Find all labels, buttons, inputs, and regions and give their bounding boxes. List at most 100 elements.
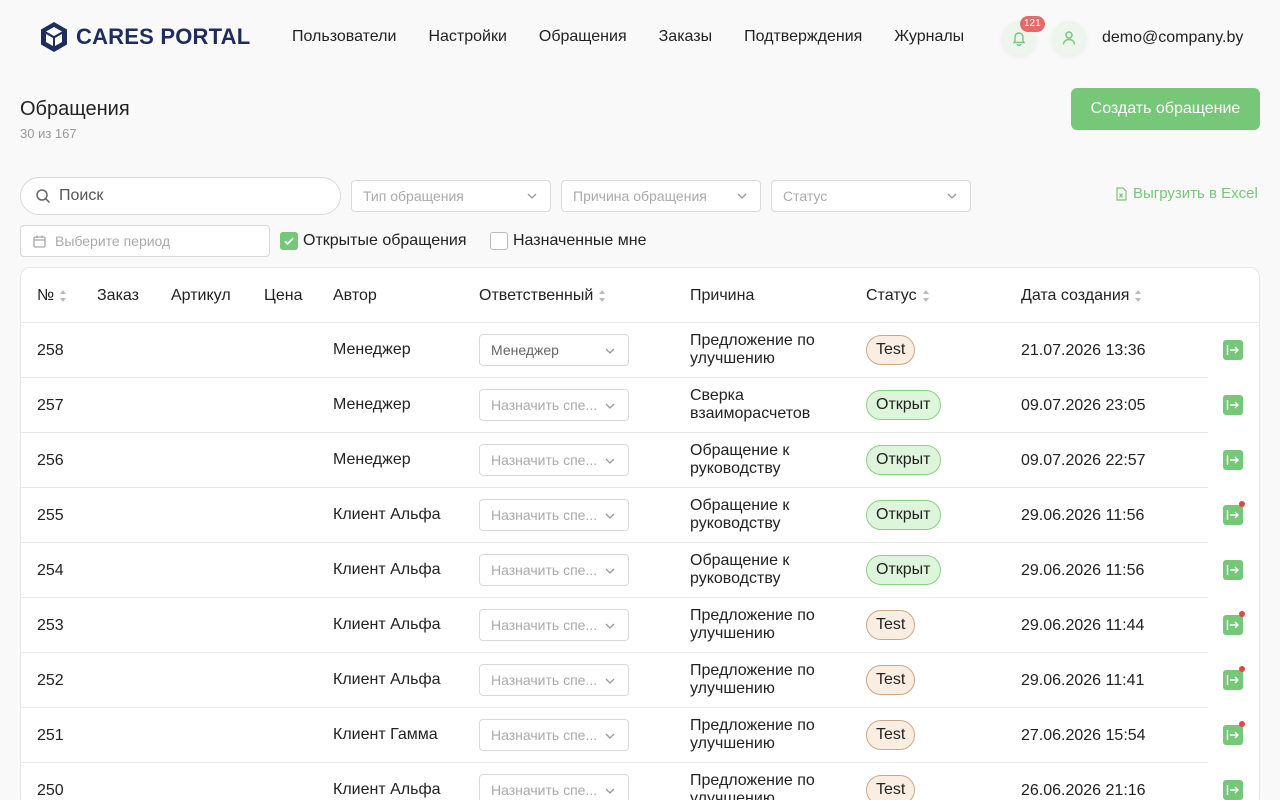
column-header-reason: Причина (690, 287, 754, 305)
table-row[interactable]: 251 Клиент Гамма Назначить спе... Предложен… (21, 708, 1259, 763)
created-date: 27.06.2026 15:54 (1021, 727, 1146, 744)
records-count: 30 из 167 (20, 126, 77, 141)
table-row[interactable]: 256 Менеджер Назначить спе... Обращение к ру… (21, 433, 1259, 488)
arrow-right-icon (1226, 565, 1239, 575)
export-excel-link[interactable]: Выгрузить в Excel (1115, 185, 1258, 202)
chevron-down-icon (605, 348, 615, 354)
open-request-button[interactable] (1223, 450, 1243, 470)
status-badge: Test (866, 720, 916, 750)
status-badge: Открыт (866, 555, 941, 585)
nav-users[interactable]: Пользователи (292, 28, 396, 46)
created-date: 09.07.2026 23:05 (1021, 397, 1146, 414)
column-label: Причина (690, 287, 755, 304)
open-requests-checkbox[interactable]: Открытые обращения (280, 232, 467, 250)
arrow-right-icon (1226, 620, 1239, 630)
column-label: Артикул (171, 287, 231, 304)
column-header-status[interactable]: Статус (866, 287, 930, 305)
request-reason-select[interactable]: Причина обращения (561, 180, 761, 212)
column-label: Дата создания (1021, 287, 1130, 304)
request-type-placeholder: Тип обращения (363, 188, 464, 204)
table-row[interactable]: 257 Менеджер Назначить спе... Сверка взаимор… (21, 378, 1259, 433)
responsible-select[interactable]: Назначить спе... (479, 389, 629, 421)
nav-settings[interactable]: Настройки (428, 28, 506, 46)
search-icon (36, 189, 51, 204)
open-request-button[interactable] (1223, 395, 1243, 415)
request-reason: Обращение к руководству (690, 552, 840, 588)
table-row[interactable]: 253 Клиент Альфа Назначить спе... Предложен… (21, 598, 1259, 653)
request-reason: Обращение к руководству (690, 497, 840, 533)
column-header-responsible[interactable]: Ответственный (479, 287, 606, 305)
responsible-select[interactable]: Назначить спе... (479, 554, 629, 586)
table-row[interactable]: 254 Клиент Альфа Назначить спе... Обращение… (21, 543, 1259, 598)
column-label: Статус (866, 287, 917, 304)
column-header-created-date[interactable]: Дата создания (1021, 287, 1142, 305)
status-badge: Test (866, 665, 916, 695)
request-reason-line: руководству (690, 570, 781, 587)
request-reason-line: Сверка (690, 387, 744, 404)
user-menu-button[interactable] (1052, 21, 1086, 55)
table-row[interactable]: 258 Менеджер Менеджер Предложение по улучшен… (21, 323, 1259, 378)
notifications-count-badge: 121 (1020, 16, 1045, 32)
search-placeholder: Поиск (59, 187, 104, 204)
export-excel-label: Выгрузить в Excel (1133, 185, 1258, 202)
open-request-button[interactable] (1223, 615, 1243, 635)
responsible-select[interactable]: Назначить спе... (479, 664, 629, 696)
open-request-button[interactable] (1223, 560, 1243, 580)
open-request-button[interactable] (1223, 670, 1243, 690)
sort-icon (1134, 289, 1142, 303)
request-number: 254 (37, 562, 64, 579)
user-email[interactable]: demo@company.by (1102, 29, 1243, 47)
assigned-to-me-checkbox[interactable]: Назначенные мне (490, 232, 646, 250)
request-reason-placeholder: Причина обращения (573, 188, 707, 204)
sort-icon (598, 289, 606, 303)
responsible-select[interactable]: Назначить спе... (479, 719, 629, 751)
open-request-button[interactable] (1223, 505, 1243, 525)
column-label: Заказ (97, 287, 139, 304)
unread-indicator (1239, 611, 1245, 617)
request-reason-line: Обращение к (690, 442, 790, 459)
status-select[interactable]: Статус (771, 180, 971, 212)
responsible-select[interactable]: Менеджер (479, 334, 629, 366)
column-header-article: Артикул (171, 287, 231, 305)
table-row[interactable]: 250 Клиент Альфа Назначить спе... Предложен… (21, 763, 1259, 800)
status-badge: Открыт (866, 390, 941, 420)
table-row[interactable]: 252 Клиент Альфа Назначить спе... Предложен… (21, 653, 1259, 708)
chevron-down-icon (605, 513, 615, 519)
chevron-down-icon (605, 568, 615, 574)
request-author: Клиент Альфа (333, 616, 441, 633)
table-row[interactable]: 255 Клиент Альфа Назначить спе... Обращение… (21, 488, 1259, 543)
checkbox-unchecked-icon (490, 232, 508, 250)
chevron-down-icon (605, 403, 615, 409)
nav-orders[interactable]: Заказы (659, 28, 712, 46)
responsible-select[interactable]: Назначить спе... (479, 774, 629, 800)
request-reason: Предложение по улучшению (690, 662, 840, 698)
chevron-down-icon (605, 623, 615, 629)
open-request-button[interactable] (1223, 340, 1243, 360)
period-picker[interactable]: Выберите период (20, 225, 270, 257)
request-number: 255 (37, 507, 64, 524)
logo[interactable]: CARES PORTAL (40, 20, 250, 54)
request-reason-line: улучшению (690, 790, 775, 800)
request-reason: Предложение по улучшению (690, 717, 840, 753)
nav-requests[interactable]: Обращения (539, 28, 627, 46)
open-request-button[interactable] (1223, 780, 1243, 800)
column-header-order: Заказ (97, 287, 139, 305)
user-icon (1062, 31, 1076, 45)
responsible-select[interactable]: Назначить спе... (479, 444, 629, 476)
responsible-value: Назначить спе... (491, 617, 598, 633)
search-input[interactable]: Поиск (20, 177, 341, 215)
responsible-value: Назначить спе... (491, 782, 598, 798)
request-author: Клиент Альфа (333, 781, 441, 798)
create-request-button[interactable]: Создать обращение (1071, 88, 1260, 130)
request-reason: Предложение по улучшению (690, 607, 840, 643)
open-request-button[interactable] (1223, 725, 1243, 745)
nav-logs[interactable]: Журналы (894, 28, 964, 46)
nav-confirmations[interactable]: Подтверждения (744, 28, 862, 46)
request-reason: Обращение к руководству (690, 442, 840, 478)
request-type-select[interactable]: Тип обращения (351, 180, 551, 212)
created-date: 29.06.2026 11:56 (1021, 562, 1145, 579)
responsible-select[interactable]: Назначить спе... (479, 499, 629, 531)
column-header-number[interactable]: № (37, 287, 67, 305)
request-reason-line: руководству (690, 515, 781, 532)
responsible-select[interactable]: Назначить спе... (479, 609, 629, 641)
